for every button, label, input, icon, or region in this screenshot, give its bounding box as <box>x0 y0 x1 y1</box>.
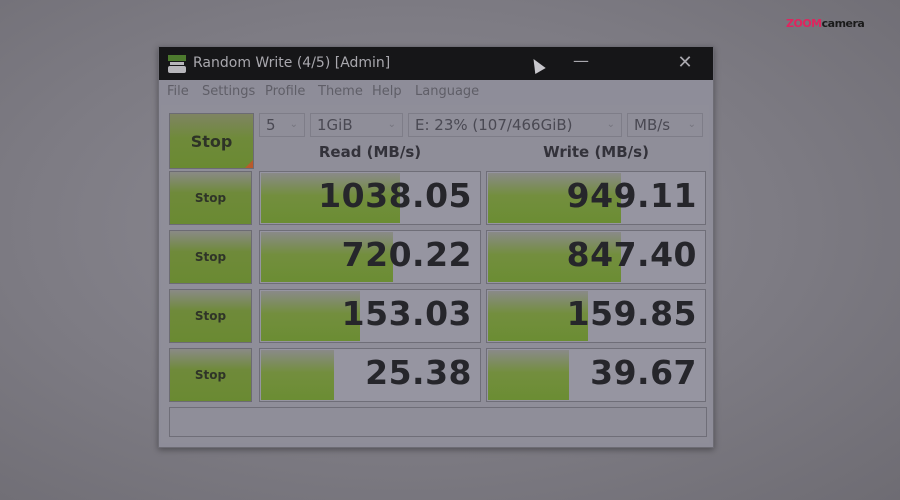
row-3-write-cell: 159.85 <box>486 289 706 343</box>
test-size-value: 1GiB <box>317 116 353 134</box>
write-value: 847.40 <box>566 235 697 274</box>
menu-file[interactable]: File <box>167 84 189 99</box>
minimize-button[interactable]: — <box>563 49 599 77</box>
watermark-part1: ZOOM <box>786 17 822 30</box>
row-4-read-cell: 25.38 <box>259 348 481 402</box>
write-column-header: Write (MB/s) <box>543 143 649 161</box>
chevron-down-icon: ⌄ <box>289 119 298 130</box>
window-title: Random Write (4/5) [Admin] <box>193 55 391 71</box>
close-button[interactable]: ✕ <box>667 49 703 77</box>
mouse-cursor-icon <box>528 55 546 75</box>
write-progress-bar <box>488 350 569 400</box>
test-count-select[interactable]: 5 ⌄ <box>259 113 305 137</box>
row-2-read-cell: 720.22 <box>259 230 481 284</box>
menu-language[interactable]: Language <box>415 84 479 99</box>
status-bar <box>169 407 707 437</box>
row-stop-label: Stop <box>194 191 227 205</box>
read-value: 720.22 <box>341 235 472 274</box>
test-size-select[interactable]: 1GiB ⌄ <box>310 113 403 137</box>
stop-all-label: Stop <box>190 131 233 151</box>
row-stop-label: Stop <box>194 368 227 382</box>
menu-profile[interactable]: Profile <box>265 84 305 99</box>
stop-all-button[interactable]: Stop <box>169 113 254 169</box>
read-value: 25.38 <box>365 353 472 392</box>
write-value: 39.67 <box>590 353 697 392</box>
menu-bar: File Settings Profile Theme Help Languag… <box>159 80 713 104</box>
read-column-header: Read (MB/s) <box>318 143 422 161</box>
chevron-down-icon: ⌄ <box>687 119 696 130</box>
row-1-stop-button[interactable]: Stop <box>169 171 252 225</box>
row-stop-label: Stop <box>194 309 227 323</box>
app-icon <box>168 55 186 73</box>
row-2-write-cell: 847.40 <box>486 230 706 284</box>
write-value: 159.85 <box>566 294 697 333</box>
menu-theme[interactable]: Theme <box>318 84 363 99</box>
drive-select[interactable]: E: 23% (107/466GiB) ⌄ <box>408 113 622 137</box>
unit-select[interactable]: MB/s ⌄ <box>627 113 703 137</box>
row-3-read-cell: 153.03 <box>259 289 481 343</box>
unit-value: MB/s <box>634 116 671 134</box>
watermark-part2: camera <box>821 17 865 30</box>
row-1-read-cell: 1038.05 <box>259 171 481 225</box>
row-stop-label: Stop <box>194 250 227 264</box>
main-panel: Stop 5 ⌄ 1GiB ⌄ E: 23% (107/466GiB) ⌄ MB… <box>161 105 709 443</box>
watermark-logo: ZOOMcamera <box>786 17 865 30</box>
menu-settings[interactable]: Settings <box>202 84 255 99</box>
write-value: 949.11 <box>566 176 697 215</box>
read-value: 1038.05 <box>318 176 472 215</box>
title-bar[interactable]: Random Write (4/5) [Admin] — ✕ <box>159 47 713 80</box>
read-value: 153.03 <box>341 294 472 333</box>
app-window: Random Write (4/5) [Admin] — ✕ File Sett… <box>158 46 714 448</box>
chevron-down-icon: ⌄ <box>606 119 615 130</box>
corner-indicator-icon <box>245 160 253 168</box>
test-count-value: 5 <box>266 116 276 134</box>
row-3-stop-button[interactable]: Stop <box>169 289 252 343</box>
chevron-down-icon: ⌄ <box>387 119 396 130</box>
read-progress-bar <box>261 350 334 400</box>
row-2-stop-button[interactable]: Stop <box>169 230 252 284</box>
menu-help[interactable]: Help <box>372 84 402 99</box>
drive-value: E: 23% (107/466GiB) <box>415 116 573 134</box>
row-1-write-cell: 949.11 <box>486 171 706 225</box>
row-4-stop-button[interactable]: Stop <box>169 348 252 402</box>
row-4-write-cell: 39.67 <box>486 348 706 402</box>
